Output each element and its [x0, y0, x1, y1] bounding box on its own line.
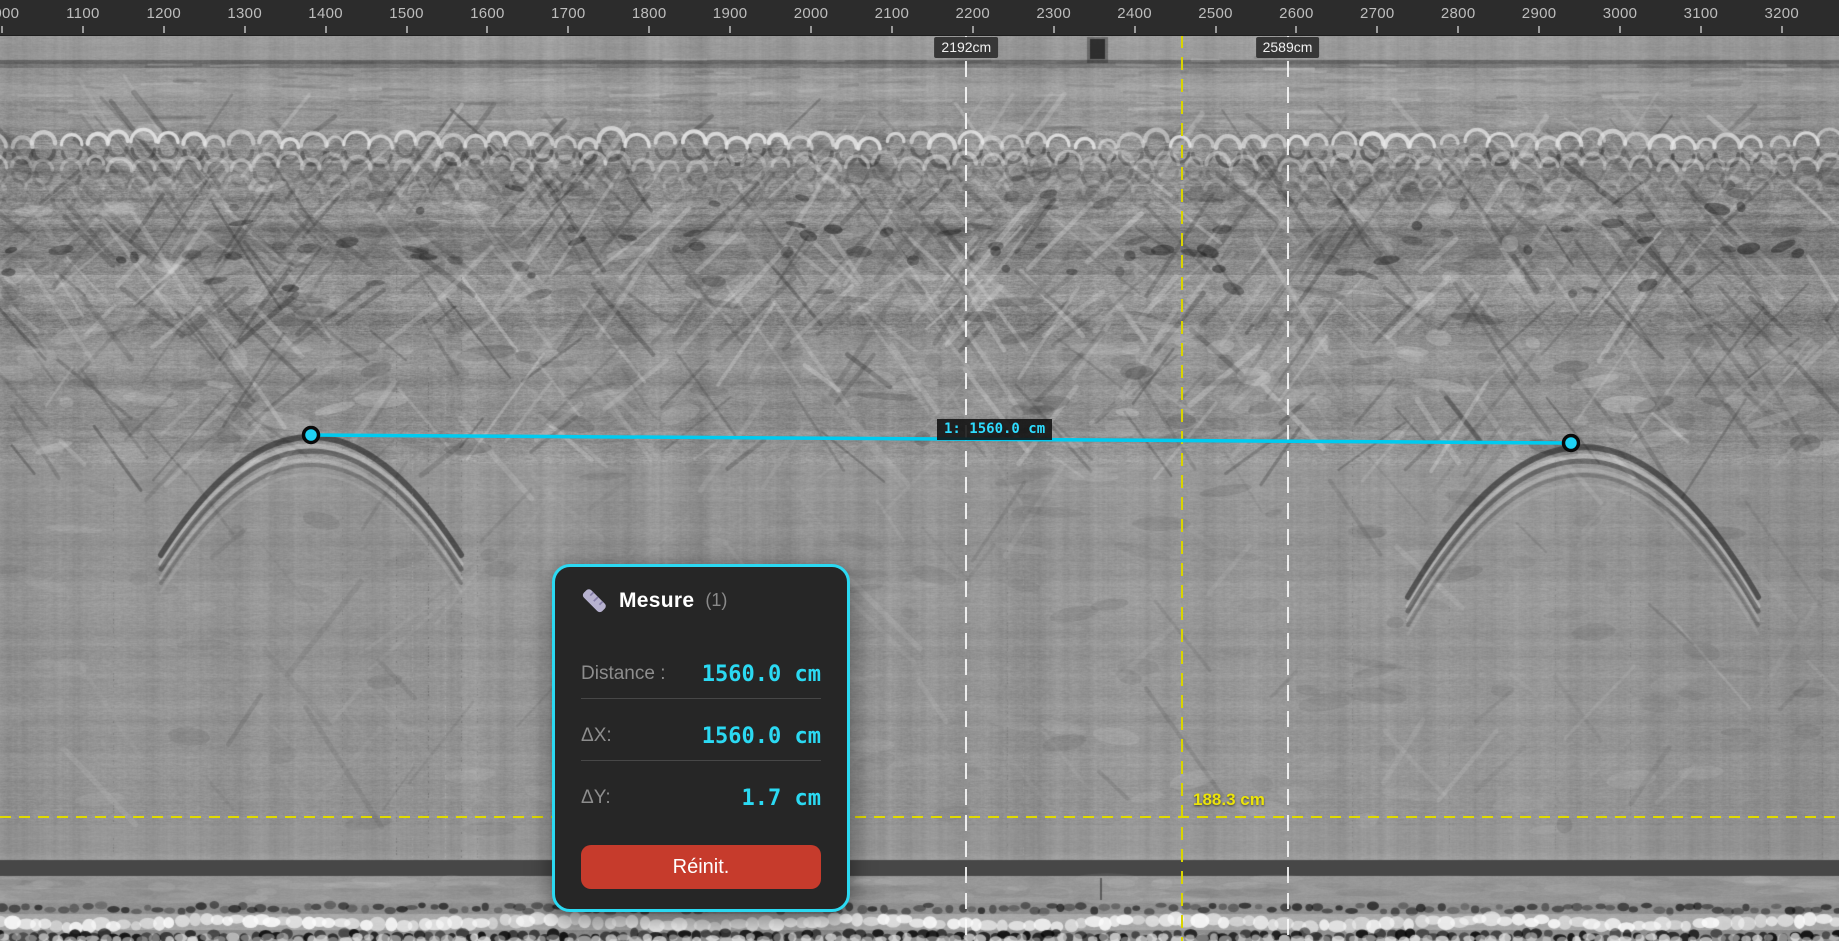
panel-count: (1) [705, 590, 727, 611]
ruler-tick-label: 2500 [1198, 5, 1233, 22]
radargram-viewer: 2192cm 2589cm 188.3 cm 1: 1560.0 cm 1000… [0, 0, 1839, 941]
marker-line-2589[interactable] [1287, 35, 1289, 941]
delta-x-row: ΔX: 1560.0 cm [581, 721, 821, 751]
ruler-tick [1215, 26, 1217, 33]
measure-panel: Mesure (1) Distance : 1560.0 cm ΔX: 1560… [552, 564, 850, 912]
ruler-tick [729, 26, 731, 33]
top-ruler[interactable]: 1000 1100 1200 1300 1400 1500 1600 1700 1800 1900… [0, 0, 1839, 36]
measurement-tag: 1: 1560.0 cm [937, 419, 1052, 440]
ruler-tick-label: 1700 [551, 5, 586, 22]
distance-label: Distance : [581, 663, 665, 685]
panel-header: Mesure (1) [581, 587, 727, 614]
marker-line-2192[interactable] [965, 35, 967, 941]
measurement-endpoint-start[interactable] [304, 428, 319, 443]
ruler-tick-label: 2200 [956, 5, 991, 22]
depth-label: 188.3 cm [1193, 790, 1265, 810]
ruler-tick [1295, 26, 1297, 33]
crosshair-horizontal-line [0, 816, 1839, 818]
ruler-icon [581, 587, 608, 614]
ruler-tick [567, 26, 569, 33]
ruler-tick-label: 3000 [1603, 5, 1638, 22]
marker-tag-2589[interactable]: 2589cm [1256, 37, 1320, 58]
divider [581, 760, 821, 761]
ruler-tick [82, 26, 84, 33]
delta-x-label: ΔX: [581, 725, 612, 747]
ruler-tick-label: 2700 [1360, 5, 1395, 22]
ruler-tick [1053, 26, 1055, 33]
marker-tag-2192[interactable]: 2192cm [934, 37, 998, 58]
reset-button[interactable]: Réinit. [581, 845, 821, 889]
ruler-tick [1781, 26, 1783, 33]
crosshair-vertical-line [1181, 35, 1183, 941]
delta-y-row: ΔY: 1.7 cm [581, 783, 821, 813]
distance-value: 1560.0 cm [702, 662, 821, 687]
ruler-tick [1700, 26, 1702, 33]
ruler-tick [891, 26, 893, 33]
ruler-tick [244, 26, 246, 33]
measurement-endpoint-end[interactable] [1564, 436, 1579, 451]
ruler-tick [163, 26, 165, 33]
ruler-tick-label: 2800 [1441, 5, 1476, 22]
delta-x-value: 1560.0 cm [702, 724, 821, 749]
ruler-tick [486, 26, 488, 33]
delta-y-value: 1.7 cm [742, 786, 821, 811]
ruler-tick-label: 2900 [1522, 5, 1557, 22]
ruler-tick-label: 2100 [875, 5, 910, 22]
ruler-tick-label: 1200 [147, 5, 182, 22]
ruler-tick-label: 1800 [632, 5, 667, 22]
distance-row: Distance : 1560.0 cm [581, 659, 821, 689]
ruler-tick [1457, 26, 1459, 33]
ruler-tick-label: 2400 [1117, 5, 1152, 22]
ruler-tick-label: 2300 [1036, 5, 1071, 22]
ruler-tick [1538, 26, 1540, 33]
panel-title: Mesure [619, 589, 694, 613]
ruler-tick-label: 2000 [794, 5, 829, 22]
ruler-tick [648, 26, 650, 33]
radargram-image[interactable] [0, 35, 1839, 941]
ruler-tick-label: 2600 [1279, 5, 1314, 22]
ruler-tick-label: 1500 [389, 5, 424, 22]
ruler-tick-label: 1300 [227, 5, 262, 22]
ruler-tick-label: 3100 [1684, 5, 1719, 22]
ruler-tick-label: 1600 [470, 5, 505, 22]
ruler-tick [406, 26, 408, 33]
delta-y-label: ΔY: [581, 787, 611, 809]
ruler-tick [1619, 26, 1621, 33]
ruler-tick [1, 26, 3, 33]
ruler-tick-label: 1400 [308, 5, 343, 22]
ruler-tick-label: 1100 [66, 5, 99, 22]
ruler-tick [810, 26, 812, 33]
ruler-tick [1376, 26, 1378, 33]
ruler-tick [972, 26, 974, 33]
ruler-tick [1134, 26, 1136, 33]
divider [581, 698, 821, 699]
ruler-tick-label: 1000 [0, 5, 19, 22]
ruler-tick-label: 3200 [1765, 5, 1800, 22]
ruler-tick [325, 26, 327, 33]
ruler-tick-label: 1900 [713, 5, 748, 22]
